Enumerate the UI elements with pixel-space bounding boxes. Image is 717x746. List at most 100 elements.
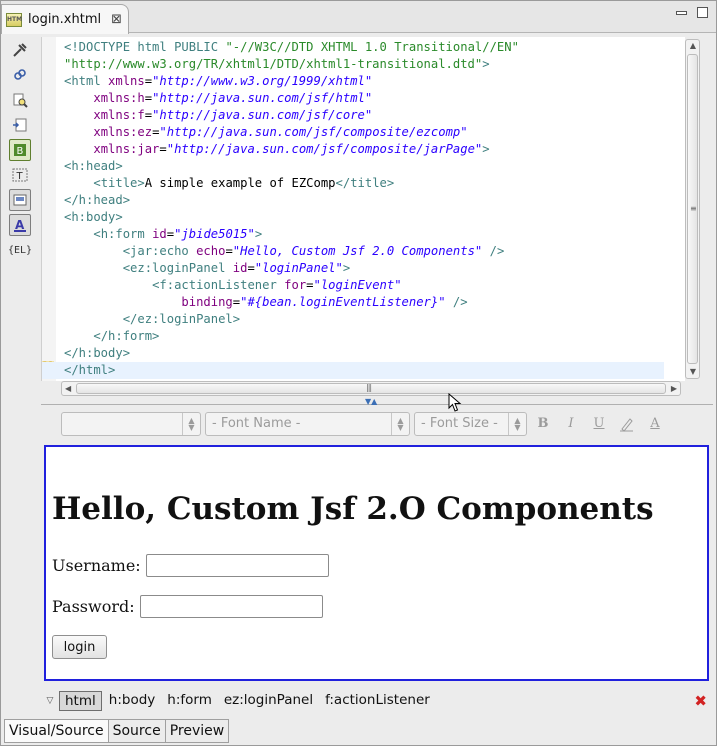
find-icon[interactable]	[9, 89, 31, 111]
text-icon[interactable]: T	[9, 164, 31, 186]
code-line[interactable]: xmlns:f="http://java.sun.com/jsf/core"	[64, 107, 664, 124]
source-code[interactable]: <!DOCTYPE html PUBLIC "-//W3C//DTD XHTML…	[42, 39, 664, 379]
maximize-button[interactable]	[697, 7, 708, 18]
code-line[interactable]: </h:head>	[64, 192, 664, 209]
editor-horizontal-scrollbar[interactable]: ◀ ||| ▶	[61, 381, 681, 396]
code-line[interactable]: <jar:echo echo="Hello, Custom Jsf 2.0 Co…	[64, 243, 664, 260]
password-input[interactable]	[139, 595, 323, 618]
code-token: xmlns	[108, 74, 145, 88]
code-line[interactable]: <title>A simple example of EZComp</title…	[64, 175, 664, 192]
close-tab-icon[interactable]: ⊠	[111, 12, 122, 27]
code-token: binding	[181, 295, 233, 309]
code-token: </ez:loginPanel>	[122, 312, 241, 326]
code-line[interactable]: binding="#{bean.loginEventListener}" />	[64, 294, 664, 311]
code-token: </h:form>	[93, 329, 160, 343]
scroll-down-arrow-icon[interactable]: ▼	[688, 367, 698, 377]
code-line[interactable]: <html xmlns="http://www.w3.org/1999/xhtm…	[64, 73, 664, 90]
code-line[interactable]: <h:form id="jbide5015">	[64, 226, 664, 243]
page-icon[interactable]	[9, 114, 31, 136]
style-combo-spinner-icon[interactable]: ▲ ▼	[182, 412, 200, 435]
code-token: A simple example of EZComp	[144, 176, 336, 190]
code-line[interactable]: </ez:loginPanel>	[64, 311, 664, 328]
code-line[interactable]: xmlns:jar="http://java.sun.com/jsf/compo…	[64, 141, 664, 158]
code-token: <jar:echo	[122, 244, 197, 258]
code-token: </title>	[335, 176, 395, 190]
links-icon[interactable]	[9, 64, 31, 86]
font-color-button[interactable]: A	[643, 412, 667, 436]
scroll-left-arrow-icon[interactable]: ◀	[65, 382, 71, 395]
bundle-icon[interactable]: B	[9, 139, 31, 161]
bold-button[interactable]: B	[531, 412, 555, 436]
italic-button[interactable]: I	[559, 412, 583, 436]
highlight-pen-icon[interactable]	[615, 412, 639, 436]
pane-splitter[interactable]: ▼▲	[41, 397, 713, 406]
tab-preview[interactable]: Preview	[165, 719, 230, 743]
username-input[interactable]	[145, 554, 329, 577]
file-tab[interactable]: HTM login.xhtml ⊠	[1, 4, 129, 34]
code-line[interactable]: xmlns:h="http://java.sun.com/jsf/html"	[64, 90, 664, 107]
code-token: >	[342, 261, 351, 275]
code-token: "#{bean.loginEventListener}"	[240, 295, 446, 309]
username-label: Username:	[52, 556, 141, 575]
code-line[interactable]: <f:actionListener for="loginEvent"	[64, 277, 664, 294]
scroll-right-arrow-icon[interactable]: ▶	[671, 382, 677, 395]
el-icon[interactable]: {EL}	[8, 239, 32, 261]
style-combo[interactable]: ▲ ▼	[61, 411, 201, 436]
font-size-combo[interactable]: - Font Size - ▲ ▼	[414, 411, 527, 436]
font-name-spinner-icon[interactable]: ▲ ▼	[391, 412, 409, 435]
horizontal-grip-icon: |||	[366, 383, 372, 392]
breadcrumb-item-f-actionlistener[interactable]: f:actionListener	[320, 691, 435, 711]
code-line[interactable]: </h:form>	[64, 328, 664, 345]
code-token: />	[445, 295, 468, 309]
splitter-arrows-icon[interactable]: ▼▲	[365, 397, 377, 406]
source-editor[interactable]: <!DOCTYPE html PUBLIC "-//W3C//DTD XHTML…	[41, 37, 685, 381]
code-token: "-//W3C//DTD XHTML 1.0 Transitional//EN"	[225, 40, 519, 54]
font-size-spinner-icon[interactable]: ▲ ▼	[508, 412, 526, 435]
tools-icon[interactable]	[9, 39, 31, 61]
minimize-button[interactable]	[676, 11, 687, 15]
breadcrumb-item-ez-loginpanel[interactable]: ez:loginPanel	[219, 691, 318, 711]
panel-icon[interactable]	[9, 189, 31, 211]
close-icon[interactable]: ✖	[694, 692, 707, 710]
code-line[interactable]: <!DOCTYPE html PUBLIC "-//W3C//DTD XHTML…	[64, 39, 664, 56]
code-line[interactable]: </html>	[42, 362, 664, 379]
font-name-combo[interactable]: - Font Name - ▲ ▼	[205, 411, 410, 436]
file-tab-label: login.xhtml	[28, 12, 102, 27]
password-label: Password:	[52, 597, 135, 616]
breadcrumb-item-h-body[interactable]: h:body	[104, 691, 161, 711]
code-token: <title>	[93, 176, 145, 190]
underline-button[interactable]: U	[587, 412, 611, 436]
visual-preview-pane[interactable]: Hello, Custom Jsf 2.O Components Usernam…	[44, 445, 709, 681]
editor-vertical-scrollbar[interactable]: ▲ ≡ ▼	[685, 39, 700, 379]
svg-text:B: B	[17, 146, 24, 157]
tab-visual-source[interactable]: Visual/Source	[4, 719, 109, 743]
chevron-down-icon[interactable]: ▽	[41, 696, 59, 706]
page-heading: Hello, Custom Jsf 2.O Components	[52, 491, 654, 527]
scroll-up-arrow-icon[interactable]: ▲	[688, 41, 698, 51]
login-button[interactable]: login	[52, 635, 107, 659]
editor-tab-strip: HTM login.xhtml ⊠	[1, 1, 716, 34]
tab-source[interactable]: Source	[108, 719, 166, 743]
editor-window: HTM login.xhtml ⊠ B T A {EL} <!DOCTYPE h…	[0, 0, 717, 746]
code-token: "Hello, Custom Jsf 2.0 Components"	[232, 244, 483, 258]
breadcrumb-item-h-form[interactable]: h:form	[162, 691, 217, 711]
code-line[interactable]: <ez:loginPanel id="loginPanel">	[64, 260, 664, 277]
code-line[interactable]: </h:body>	[64, 345, 664, 362]
format-toolbar: ▲ ▼ - Font Name - ▲ ▼ - Font Size - ▲ ▼ B I…	[61, 410, 711, 437]
breadcrumb-item-html[interactable]: html	[59, 691, 102, 711]
font-icon[interactable]: A	[9, 214, 31, 236]
code-token: "http://java.sun.com/jsf/composite/ezcom…	[159, 125, 468, 139]
code-line[interactable]: <h:body>	[64, 209, 664, 226]
code-line[interactable]: xmlns:ez="http://java.sun.com/jsf/compos…	[64, 124, 664, 141]
code-token: =	[144, 91, 153, 105]
code-line[interactable]: <h:head>	[64, 158, 664, 175]
code-token: "http://java.sun.com/jsf/html"	[152, 91, 373, 105]
code-line[interactable]: "http://www.w3.org/TR/xhtml1/DTD/xhtml1-…	[64, 56, 664, 73]
